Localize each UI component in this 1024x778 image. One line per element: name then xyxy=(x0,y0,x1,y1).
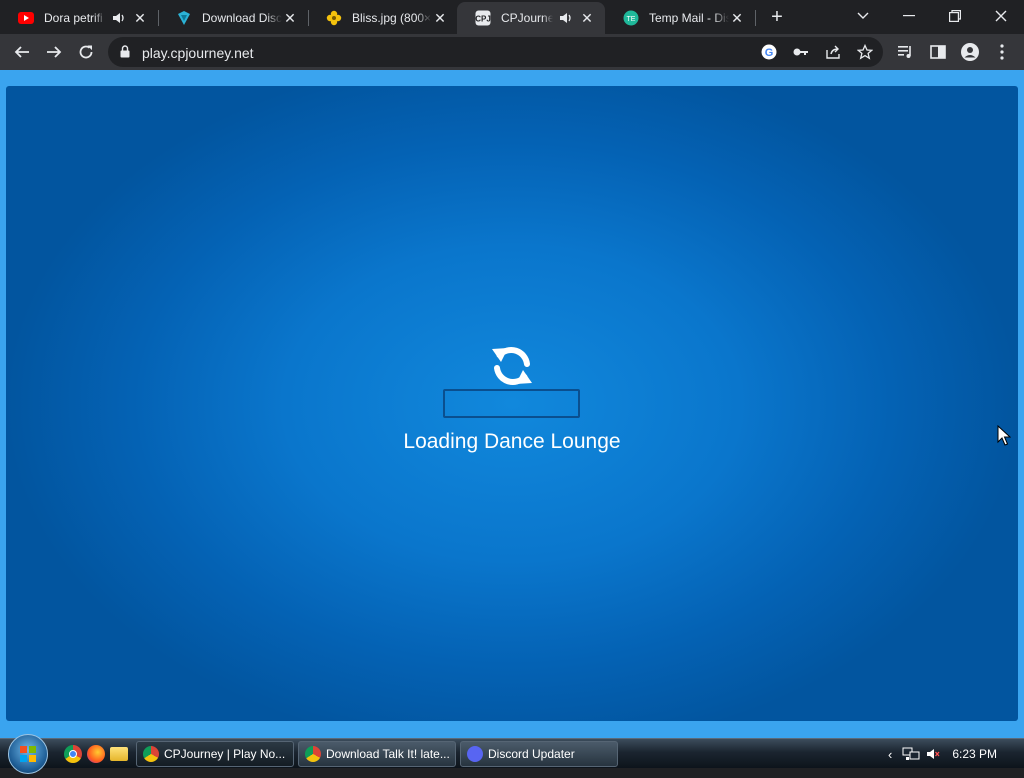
media-control-icon[interactable] xyxy=(892,38,920,66)
tab-download-discord[interactable]: Download Disco ✕ xyxy=(158,2,308,34)
youtube-icon xyxy=(18,10,34,26)
discord-icon xyxy=(467,746,483,762)
svg-text:TE: TE xyxy=(627,16,636,23)
side-panel-icon[interactable] xyxy=(924,38,952,66)
svg-text:CPJ: CPJ xyxy=(475,15,491,24)
reload-icon[interactable] xyxy=(72,38,100,66)
lock-icon[interactable] xyxy=(120,45,130,58)
close-tab-icon[interactable]: ✕ xyxy=(282,10,298,26)
download-icon xyxy=(176,10,192,26)
tempmail-icon: TE xyxy=(623,10,639,26)
close-tab-icon[interactable]: ✕ xyxy=(729,10,745,26)
tab-tempmail[interactable]: TE Temp Mail - Dis ✕ xyxy=(605,2,755,34)
minimize-button[interactable] xyxy=(886,0,932,32)
bookmark-star-icon[interactable] xyxy=(856,43,874,61)
tab-title: Temp Mail - Dis xyxy=(649,11,729,25)
speaker-icon[interactable] xyxy=(112,11,126,25)
chrome-icon xyxy=(305,746,321,762)
back-arrow-icon[interactable] xyxy=(8,38,36,66)
firefox-quicklaunch-icon[interactable] xyxy=(87,745,105,763)
taskbar-item-download-talk-it[interactable]: Download Talk It! late... xyxy=(298,741,456,767)
share-icon[interactable] xyxy=(824,43,842,61)
flower-icon xyxy=(326,10,342,26)
tab-bliss[interactable]: Bliss.jpg (800×6 ✕ xyxy=(308,2,458,34)
windows-taskbar: CPJourney | Play No... Download Talk It!… xyxy=(0,734,1024,774)
game-canvas[interactable]: Loading Dance Lounge xyxy=(6,86,1018,721)
svg-text:G: G xyxy=(765,47,774,59)
tab-separator xyxy=(755,10,756,26)
page-content: Loading Dance Lounge xyxy=(0,70,1024,738)
taskbar-item-discord-updater[interactable]: Discord Updater xyxy=(460,741,618,767)
close-tab-icon[interactable]: ✕ xyxy=(579,10,595,26)
google-icon[interactable]: G xyxy=(760,43,778,61)
forward-arrow-icon[interactable] xyxy=(40,38,68,66)
loading-text: Loading Dance Lounge xyxy=(403,430,621,453)
close-window-button[interactable] xyxy=(978,0,1024,32)
chrome-icon xyxy=(143,746,159,762)
tab-title: Dora petrifi xyxy=(44,11,103,25)
taskbar-item-cpjourney[interactable]: CPJourney | Play No... xyxy=(136,741,294,767)
show-hidden-icons-chevron-icon[interactable]: ‹ xyxy=(888,747,892,762)
tab-strip: Dora petrifi ✕ Download Disco ✕ Bliss.jp… xyxy=(0,0,1024,34)
mouse-cursor-icon xyxy=(997,425,1011,446)
tab-title: CPJourney | xyxy=(501,11,553,25)
tab-title: Download Disco xyxy=(202,11,282,25)
start-button[interactable] xyxy=(8,734,48,774)
chrome-quicklaunch-icon[interactable] xyxy=(64,745,82,763)
profile-icon[interactable] xyxy=(956,38,984,66)
browser-toolbar: play.cpjourney.net G xyxy=(0,34,1024,70)
close-tab-icon[interactable]: ✕ xyxy=(132,10,148,26)
clock[interactable]: 6:23 PM xyxy=(952,747,997,761)
windows-logo-icon xyxy=(20,746,36,762)
network-icon[interactable] xyxy=(902,747,920,761)
tab-search-chevron-icon[interactable] xyxy=(840,0,886,32)
url-text[interactable]: play.cpjourney.net xyxy=(142,45,254,61)
speaker-icon[interactable] xyxy=(559,11,573,25)
tab-youtube[interactable]: Dora petrifi ✕ xyxy=(0,2,158,34)
cpj-icon: CPJ xyxy=(475,10,491,26)
loading-progress-bar xyxy=(443,389,580,418)
close-tab-icon[interactable]: ✕ xyxy=(432,10,448,26)
system-tray: ‹ 6:23 PM xyxy=(888,739,997,769)
tab-title: Bliss.jpg (800×6 xyxy=(352,11,432,25)
folder-quicklaunch-icon[interactable] xyxy=(110,747,128,761)
menu-kebab-icon[interactable] xyxy=(988,38,1016,66)
refresh-icon xyxy=(492,347,532,385)
taskbar-item-label: Download Talk It! late... xyxy=(326,747,450,761)
key-icon[interactable] xyxy=(792,43,810,61)
address-bar[interactable]: play.cpjourney.net G xyxy=(108,37,883,67)
taskbar-item-label: Discord Updater xyxy=(488,747,575,761)
restore-button[interactable] xyxy=(932,0,978,32)
new-tab-button[interactable]: + xyxy=(765,6,789,28)
tab-cpjourney[interactable]: CPJ CPJourney | ✕ xyxy=(457,2,605,34)
taskbar-item-label: CPJourney | Play No... xyxy=(164,747,286,761)
volume-muted-icon[interactable] xyxy=(926,747,940,761)
